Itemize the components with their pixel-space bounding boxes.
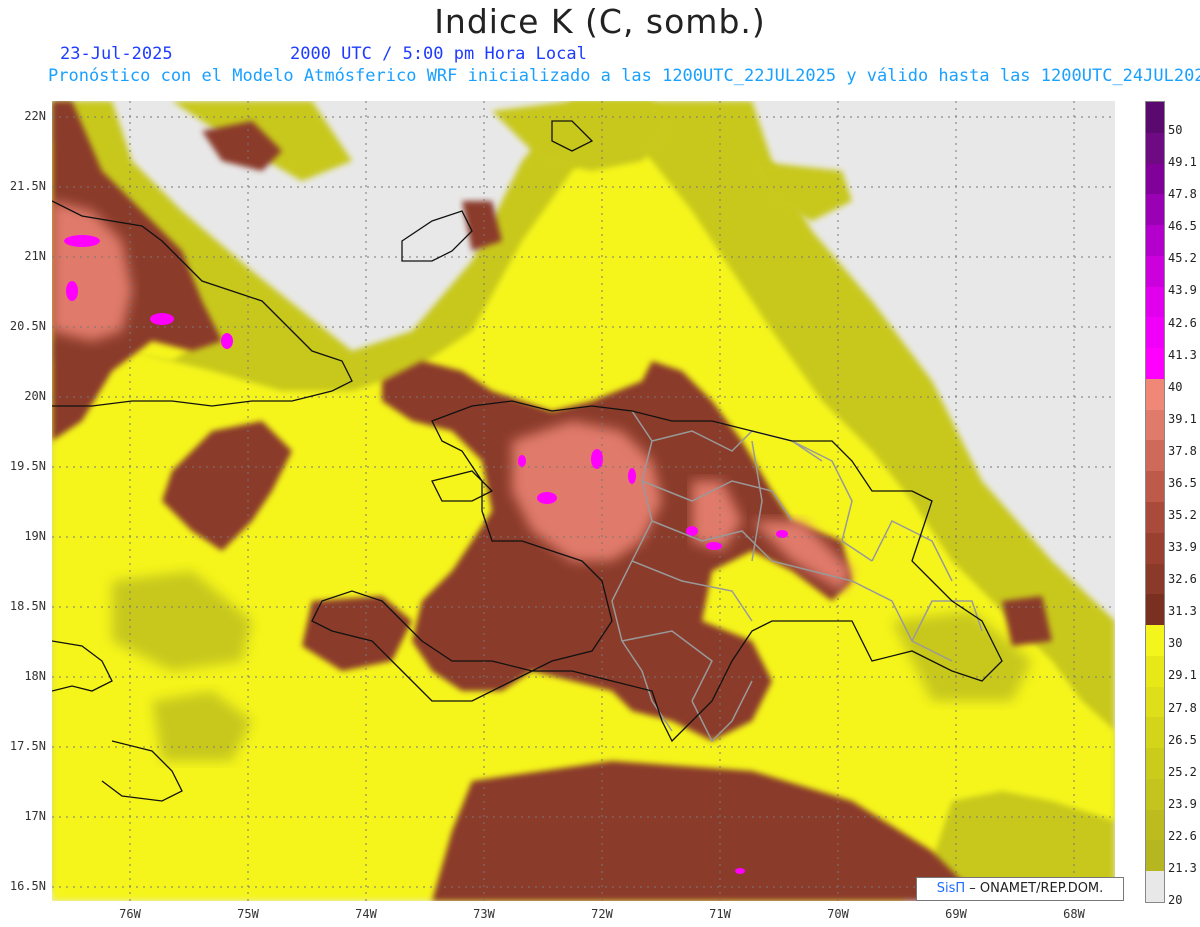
colorbar-tick-label: 45.2: [1168, 251, 1197, 266]
lat-label: 18N: [24, 669, 46, 683]
colorbar-swatch: [1146, 286, 1164, 318]
colorbar: [1145, 101, 1165, 903]
colorbar-swatch: [1146, 717, 1164, 749]
colorbar-swatch: [1146, 594, 1164, 626]
colorbar-swatch: [1146, 502, 1164, 534]
lat-label: 19N: [24, 529, 46, 543]
colorbar-tick-label: 37.8: [1168, 443, 1197, 458]
colorbar-tick-label: 42.6: [1168, 315, 1197, 330]
lon-label: 68W: [1063, 907, 1085, 921]
colorbar-tick-label: 35.2: [1168, 508, 1197, 522]
colorbar-tick-label: 39.1: [1168, 411, 1197, 426]
map-title: Indice K (C, somb.): [434, 2, 766, 41]
colorbar-swatch: [1146, 871, 1164, 903]
colorbar-tick-label: 50: [1168, 123, 1183, 137]
credit-box: SisΠ – ONAMET/REP.DOM.: [916, 877, 1124, 901]
colorbar-swatch: [1146, 194, 1164, 226]
lat-label: 21.5N: [9, 179, 46, 193]
colorbar-swatch: [1146, 132, 1164, 165]
colorbar-tick-label: 47.8: [1168, 187, 1197, 202]
lat-label: 17.5N: [9, 739, 46, 753]
lon-label: 69W: [945, 907, 967, 921]
lon-label: 70W: [827, 907, 849, 921]
lon-label: 76W: [119, 907, 141, 921]
colorbar-tick-label: 21.3: [1168, 860, 1197, 875]
lat-label: 22N: [24, 109, 46, 123]
map-panel: [52, 101, 1115, 901]
colorbar-swatch: [1146, 163, 1164, 195]
colorbar-swatch: [1146, 778, 1164, 811]
colorbar-swatch: [1146, 225, 1164, 257]
colorbar-tick-label: 20: [1168, 893, 1183, 907]
colorbar-swatch: [1146, 102, 1164, 134]
colorbar-swatch: [1146, 809, 1164, 841]
lat-label: 19.5N: [9, 459, 46, 473]
lon-label: 72W: [591, 907, 613, 921]
colorbar-swatch: [1146, 348, 1164, 380]
valid-time: 2000 UTC / 5:00 pm Hora Local: [290, 44, 587, 64]
colorbar-tick-label: 43.9: [1168, 283, 1197, 298]
sispi-logo: SisΠ: [936, 881, 966, 896]
lon-label: 73W: [473, 907, 495, 921]
forecast-date: 23-Jul-2025: [60, 44, 173, 64]
lon-label: 75W: [237, 907, 259, 921]
map-canvas: [52, 101, 1115, 901]
lat-label: 16.5N: [9, 879, 46, 893]
lat-label: 18.5N: [9, 599, 46, 613]
colorbar-tick-label: 25.2: [1168, 764, 1197, 779]
colorbar-swatch: [1146, 840, 1164, 872]
colorbar-swatch: [1146, 440, 1164, 472]
colorbar-swatch: [1146, 532, 1164, 565]
colorbar-tick-label: 30: [1168, 636, 1183, 651]
colorbar-swatch: [1146, 255, 1164, 288]
colorbar-tick-label: 29.1: [1168, 668, 1197, 683]
lon-label: 74W: [355, 907, 377, 921]
model-info: Pronóstico con el Modelo Atmósferico WRF…: [48, 66, 1200, 86]
colorbar-swatch: [1146, 655, 1164, 688]
lat-label: 17N: [24, 809, 46, 823]
colorbar-swatch: [1146, 317, 1164, 349]
colorbar-swatch: [1146, 625, 1164, 657]
lat-label: 21N: [24, 249, 46, 263]
colorbar-swatch: [1146, 563, 1164, 595]
colorbar-swatch: [1146, 471, 1164, 503]
colorbar-tick-label: 40: [1168, 379, 1183, 394]
colorbar-swatch: [1146, 409, 1164, 441]
colorbar-tick-label: 32.6: [1168, 572, 1197, 587]
colorbar-tick-label: 22.6: [1168, 828, 1197, 843]
colorbar-swatch: [1146, 378, 1164, 411]
colorbar-tick-label: 33.9: [1168, 540, 1197, 555]
colorbar-swatch: [1146, 748, 1164, 780]
colorbar-tick-label: 46.5: [1168, 219, 1197, 234]
colorbar-tick-label: 26.5: [1168, 732, 1197, 747]
colorbar-swatch: [1146, 686, 1164, 718]
colorbar-tick-label: 36.5: [1168, 475, 1197, 490]
lon-label: 71W: [709, 907, 731, 921]
credit-org: – ONAMET/REP.DOM.: [969, 881, 1104, 896]
lat-label: 20N: [24, 389, 46, 403]
colorbar-tick-label: 49.1: [1168, 155, 1197, 170]
colorbar-tick-label: 27.8: [1168, 700, 1197, 715]
lat-label: 20.5N: [9, 319, 46, 333]
colorbar-tick-label: 41.3: [1168, 347, 1197, 362]
colorbar-tick-label: 23.9: [1168, 796, 1197, 811]
colorbar-tick-label: 31.3: [1168, 604, 1197, 619]
